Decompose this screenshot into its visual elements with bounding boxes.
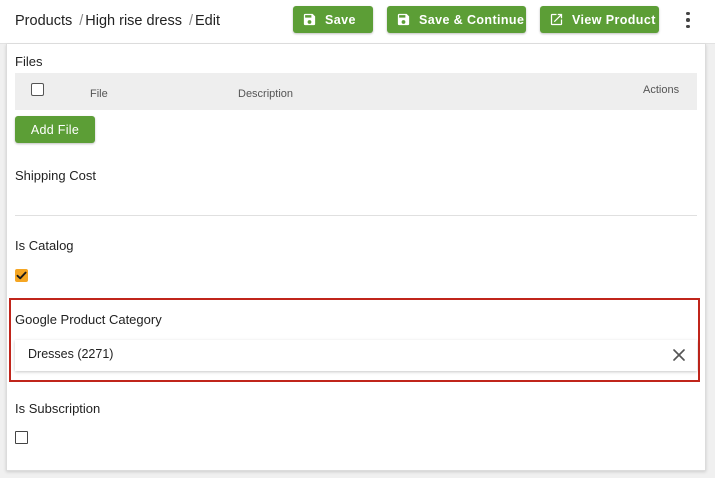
files-table-header: File Description Actions [15,73,697,110]
dot [686,11,690,16]
shipping-cost-underline [15,215,697,216]
breadcrumb-separator: / [188,13,193,29]
google-product-category-label: Google Product Category [15,312,162,327]
dot [686,24,690,29]
floppy-disk-icon [397,13,410,26]
google-product-category-select[interactable]: Dresses (2271) [15,340,697,371]
add-file-button[interactable]: Add File [15,116,95,143]
is-catalog-checkbox[interactable] [15,269,28,282]
top-toolbar: Products / High rise dress / Edit Save Save … [0,0,715,44]
save-button[interactable]: Save [293,6,373,33]
more-vertical-icon[interactable] [680,9,696,31]
save-and-continue-button[interactable]: Save & Continue [387,6,526,33]
product-edit-card: Files File Description Actions Add File … [6,44,706,471]
check-icon [16,271,27,280]
external-link-icon [550,13,563,26]
is-subscription-checkbox[interactable] [15,431,28,444]
breadcrumb: Products / High rise dress / Edit [15,13,220,29]
is-subscription-label: Is Subscription [15,401,101,416]
breadcrumb-products-link[interactable]: Products [15,13,72,29]
close-icon[interactable] [672,348,686,362]
view-product-button[interactable]: View Product [540,6,659,33]
breadcrumb-separator: / [79,13,84,29]
floppy-disk-icon [303,13,316,26]
breadcrumb-current: Edit [195,13,220,29]
select-all-files-checkbox[interactable] [31,83,44,96]
file-column-header: File [90,88,108,100]
save-and-continue-label: Save & Continue [419,12,525,27]
dot [686,18,690,22]
save-button-label: Save [325,12,356,27]
description-column-header: Description [238,88,294,100]
breadcrumb-product-link[interactable]: High rise dress [85,13,182,29]
shipping-cost-label: Shipping Cost [15,168,96,183]
is-catalog-label: Is Catalog [15,238,74,253]
shipping-cost-input[interactable] [15,184,697,214]
view-product-label: View Product [572,12,656,27]
files-label: Files [15,54,43,69]
actions-column-header: Actions [643,84,680,96]
google-product-category-value: Dresses (2271) [28,347,114,361]
